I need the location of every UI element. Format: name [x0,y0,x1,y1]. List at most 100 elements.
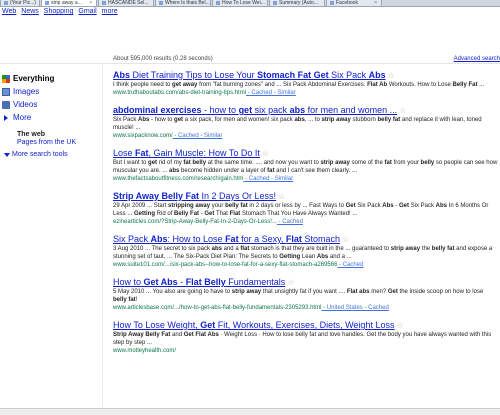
more-search-tools-label: More search tools [12,151,68,158]
star-icon[interactable]: ☆ [262,148,269,159]
close-tab-icon[interactable]: × [89,0,92,6]
result-url-row: www.suite101.com/.../six-pack-abs--how-t… [113,261,498,269]
videos-icon [2,101,10,109]
browser-tab-label: Where Is thais Bel... [165,0,210,6]
advanced-search-link[interactable]: Advanced search [454,56,500,62]
tab-favicon-icon [273,1,277,5]
tab-favicon-icon [45,1,49,5]
result-title-link[interactable]: Lose Fat, Gain Muscle: How To Do It [113,148,260,159]
search-results: Abs Diet Training Tips to Lose Your Stom… [113,70,498,363]
star-icon[interactable]: ☆ [342,234,349,245]
result-title-link[interactable]: Six Pack Abs: How to Lose Fat for a Sexy… [113,234,340,245]
search-result: Abs Diet Training Tips to Lose Your Stom… [113,70,498,97]
nav-item-more[interactable]: More [2,111,102,124]
nav-item-videos[interactable]: Videos [2,98,102,111]
star-icon[interactable]: ☆ [399,105,406,116]
gbar-link-news[interactable]: News [21,8,39,15]
tab-favicon-icon [330,1,334,5]
tab-favicon-icon [159,1,163,5]
result-title-row: Lose Fat, Gain Muscle: How To Do It ☆ [113,148,498,159]
result-url: www.thefactsaboutfitness.com/research/ga… [113,176,244,182]
nav-item-label: Images [13,87,40,96]
horizontal-scrollbar[interactable] [0,408,500,415]
close-tab-icon[interactable]: × [317,6,320,7]
browser-tab[interactable]: Summary (Auto...× [269,0,325,7]
left-nav: Everything Images Videos More The web Pages… [2,72,102,158]
search-result: How To Lose Weight, Get Fit, Workouts, E… [113,320,498,355]
nav-divider [102,64,103,415]
result-url-row: ezinearticles.com/?Strip-Away-Belly-Fat-… [113,218,498,226]
browser-tab[interactable]: Where Is thais Bel...× [155,0,211,7]
images-icon [2,88,10,96]
gbar-link-gmail[interactable]: Gmail [78,8,96,15]
nav-item-label: More [13,113,32,122]
result-title-link[interactable]: How to Get Abs - Flat Belly Fundamentals [113,277,285,288]
tab-favicon-icon [4,1,8,5]
search-result: How to Get Abs - Flat Belly Fundamentals… [113,277,498,312]
star-icon[interactable]: ☆ [388,70,395,81]
search-result: Six Pack Abs: How to Lose Fat for a Sexy… [113,234,498,269]
browser-tab-label: HASCANDE Sel... [108,0,149,6]
gbar-link-shopping[interactable]: Shopping [44,8,74,15]
gbar-link-web[interactable]: Web [2,8,16,15]
result-cached-similar-links[interactable]: - Cached - Similar [173,133,222,139]
result-title-link[interactable]: Strip Away Belly Fat In 2 Days Or Less! [113,191,276,202]
result-cached-similar-links[interactable]: - Cached [277,219,303,225]
result-snippet: I think people need to get away from "fa… [113,82,485,88]
result-url-row: www.thefactsaboutfitness.com/research/ga… [113,175,498,183]
search-result: abdominal exercises - how to get six pac… [113,105,498,140]
result-url: ezinearticles.com/?Strip-Away-Belly-Fat-… [113,219,277,225]
browser-tab[interactable]: strip away a... × [41,0,97,6]
result-title-row: How to Get Abs - Flat Belly Fundamentals… [113,277,498,288]
result-snippet: Strip Away Belly Fat and Get Flat Abs · … [113,332,492,346]
gbar-link-more[interactable]: more [102,8,118,15]
result-url-row: www.truthaboutabs.com/abs-diet-training-… [113,89,498,97]
nav-item-label: Everything [13,74,55,83]
pages-from-uk-link[interactable]: Pages from the UK [2,139,102,146]
result-title-link[interactable]: How To Lose Weight, Get Fit, Workouts, E… [113,320,394,331]
more-search-tools-link[interactable]: More search tools [2,151,102,158]
expand-triangle-icon [4,153,10,157]
browser-tab[interactable]: Facebook × [326,0,382,6]
result-title-row: Strip Away Belly Fat In 2 Days Or Less! ☆ [113,191,498,202]
result-snippet: Six Pack Abs - how to get a six pack, fo… [113,117,482,131]
tab-favicon-icon [216,1,220,5]
result-url: www.motleyhealth.com/ [113,348,177,354]
close-tab-icon[interactable]: × [203,6,206,7]
browser-tab-label: How To Lose Wei... [222,0,265,6]
result-url-row: www.articlesbase.com/.../how-to-get-abs-… [113,304,498,312]
nav-item-images[interactable]: Images [2,85,102,98]
result-title-link[interactable]: abdominal exercises - how to get six pac… [113,105,397,116]
browser-tab[interactable]: How To Lose Wei...× [212,0,268,7]
star-icon[interactable]: ☆ [396,320,403,331]
result-cached-similar-links[interactable]: - Cached [337,262,363,268]
result-snippet: 5 May 2010 ... You also are going to hav… [113,289,484,303]
result-cached-similar-links[interactable]: - Cached - Similar [243,176,293,182]
nav-item-everything[interactable]: Everything [2,72,102,85]
close-tab-icon[interactable]: × [32,6,35,7]
result-snippet: 29 Apr 2009 ... Start stripping away you… [113,203,489,217]
google-top-bar: Web News Shopping Gmail more [0,8,123,19]
result-url: www.articlesbase.com/.../how-to-get-abs-… [113,305,322,311]
browser-tab[interactable]: HASCANDE Sel...× [98,0,154,7]
browser-tab-label: strip away a... [51,0,82,6]
result-cached-similar-links[interactable]: - Cached - Similar [246,90,296,96]
result-url: www.truthaboutabs.com/abs-diet-training-… [113,90,247,96]
result-title-link[interactable]: Abs Diet Training Tips to Lose Your Stom… [113,70,386,81]
close-tab-icon[interactable]: × [260,6,263,7]
result-title-row: Abs Diet Training Tips to Lose Your Stom… [113,70,498,81]
browser-tab-label: (Your Pic...) [10,0,36,6]
star-icon[interactable]: ☆ [287,277,294,288]
result-url-row: www.sixpacknow.com/ - Cached - Similar [113,132,498,140]
browser-tab-strip: (Your Pic...)×strip away a...×HASCANDE S… [0,0,500,7]
search-result: Strip Away Belly Fat In 2 Days Or Less! ☆… [113,191,498,226]
browser-tab-label: Summary (Auto... [279,0,318,6]
browser-tab[interactable]: (Your Pic...)× [0,0,40,7]
result-cached-similar-links[interactable]: - United States - Cached [321,305,389,311]
result-url: www.suite101.com/.../six-pack-abs--how-t… [113,262,338,268]
everything-icon [2,75,10,83]
close-tab-icon[interactable]: × [374,0,377,6]
star-icon[interactable]: ☆ [278,191,285,202]
result-title-row: abdominal exercises - how to get six pac… [113,105,498,116]
close-tab-icon[interactable]: × [146,6,149,7]
